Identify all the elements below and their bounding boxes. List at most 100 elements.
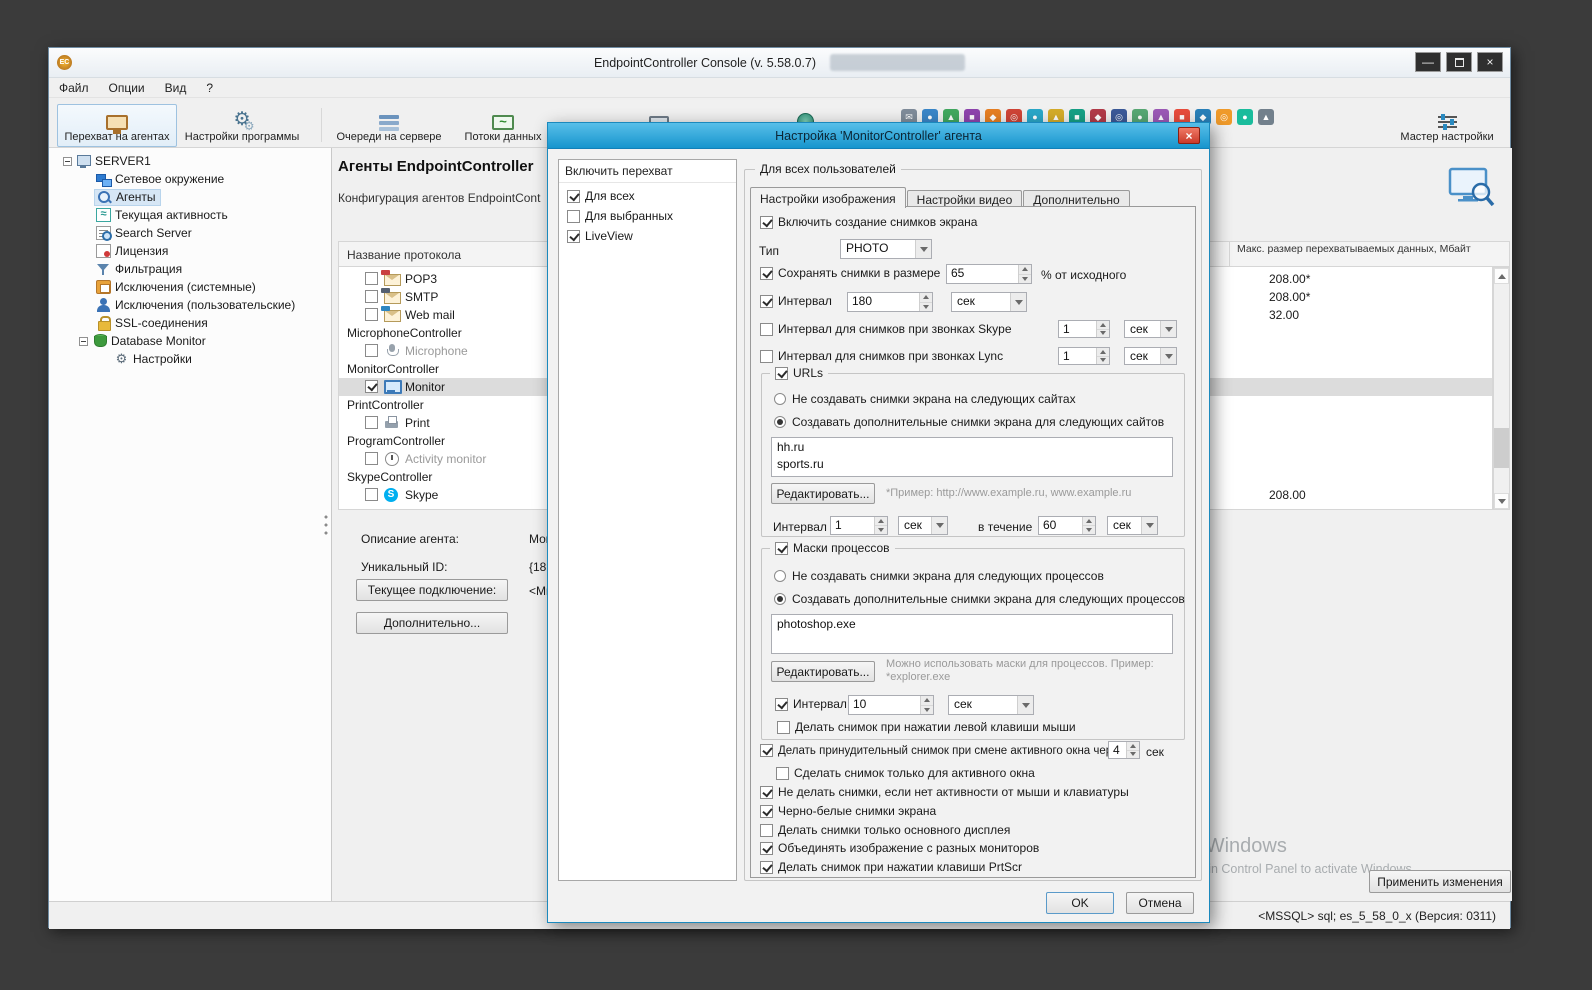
tree-item-database-monitor[interactable]: Database Monitor	[79, 332, 206, 350]
force-snapshot-spinner[interactable]: 4	[1108, 741, 1140, 759]
dropdown-arrow-icon[interactable]	[1141, 517, 1157, 534]
spinner-arrows-icon[interactable]	[1096, 321, 1109, 337]
masks-interval-row[interactable]: Интервал	[775, 697, 847, 711]
column-separator[interactable]	[1229, 242, 1230, 266]
save-size-checkbox[interactable]	[760, 266, 773, 280]
save-size-spinner[interactable]: 65	[946, 264, 1032, 284]
active-window-only-checkbox[interactable]	[776, 766, 789, 780]
skype-interval-spinner[interactable]: 1	[1058, 320, 1110, 338]
dropdown-arrow-icon[interactable]	[931, 517, 947, 534]
dropdown-arrow-icon[interactable]	[915, 240, 931, 258]
radio-on-icon[interactable]	[774, 416, 786, 428]
splitter-handle[interactable]	[324, 513, 328, 539]
dropdown-arrow-icon[interactable]	[1017, 696, 1033, 714]
skype-interval-row[interactable]: Интервал для снимков при звонках Skype	[760, 322, 1012, 336]
merge-monitors-row[interactable]: Объединять изображение с разных мониторо…	[760, 841, 1039, 855]
selected-tree-item[interactable]: Агенты	[94, 188, 161, 206]
urls-during-unit-select[interactable]: сек	[1107, 516, 1158, 535]
collapse-icon[interactable]	[63, 156, 72, 166]
column-protocol-name[interactable]: Название протокола	[347, 248, 461, 262]
pop3-checkbox[interactable]	[365, 272, 378, 285]
skype-interval-checkbox[interactable]	[760, 322, 773, 336]
tab-advanced[interactable]: Дополнительно	[1023, 190, 1130, 207]
tree-item-exclusions-system[interactable]: Исключения (системные)	[96, 278, 256, 296]
masks-no-option[interactable]: Не создавать снимки экрана для следующих…	[774, 569, 1104, 583]
scope-selected-users[interactable]: Для выбранных	[567, 209, 736, 223]
tree-item-agents[interactable]: Агенты	[94, 188, 161, 206]
lync-interval-checkbox[interactable]	[760, 349, 773, 363]
scope-liveview[interactable]: LiveView	[567, 229, 736, 243]
skype-checkbox[interactable]	[365, 488, 378, 501]
urls-no-option[interactable]: Не создавать снимки экрана на следующих …	[774, 392, 1076, 406]
lync-interval-row[interactable]: Интервал для снимков при звонках Lync	[760, 349, 1003, 363]
masks-interval-spinner[interactable]: 10	[848, 695, 934, 715]
dropdown-arrow-icon[interactable]	[1010, 293, 1026, 311]
masks-edit-button[interactable]: Редактировать...	[771, 661, 875, 682]
column-max-size[interactable]: Макс. размер перехватываемых данных, Мба…	[1237, 244, 1489, 255]
primary-display-only-row[interactable]: Делать снимки только основного дисплея	[760, 823, 1010, 837]
lync-interval-unit-select[interactable]: сек	[1124, 347, 1177, 365]
toolbar-queues-button[interactable]: Очереди на сервере	[333, 104, 445, 147]
process-masks-checkbox[interactable]	[775, 541, 788, 555]
table-scrollbar[interactable]	[1493, 267, 1510, 510]
toolbar-mini-icon[interactable]: ◎	[1216, 109, 1232, 125]
lync-interval-spinner[interactable]: 1	[1058, 347, 1110, 365]
toolbar-mini-icon[interactable]: ▲	[1258, 109, 1274, 125]
scroll-down-arrow[interactable]	[1494, 493, 1509, 509]
activity-monitor-checkbox[interactable]	[365, 452, 378, 465]
scroll-up-arrow[interactable]	[1494, 268, 1509, 284]
interval-unit-select[interactable]: сек	[951, 292, 1027, 312]
current-connection-button[interactable]: Текущее подключение:	[356, 579, 508, 601]
close-button[interactable]: ×	[1477, 52, 1503, 72]
force-snapshot-row[interactable]: Делать принудительный снимок при смене а…	[760, 744, 1124, 757]
microphone-checkbox[interactable]	[365, 344, 378, 357]
tree-item-filtering[interactable]: Фильтрация	[96, 260, 182, 278]
tab-image-settings[interactable]: Настройки изображения	[750, 187, 906, 208]
radio-on-icon[interactable]	[774, 593, 786, 605]
merge-monitors-checkbox[interactable]	[760, 841, 773, 855]
interval-spinner[interactable]: 180	[847, 292, 933, 312]
ok-button[interactable]: OK	[1046, 892, 1114, 914]
no-idle-snapshots-row[interactable]: Не делать снимки, если нет активности от…	[760, 785, 1129, 799]
webmail-checkbox[interactable]	[365, 308, 378, 321]
tree-item-network[interactable]: Сетевое окружение	[96, 170, 224, 188]
advanced-button[interactable]: Дополнительно...	[356, 612, 508, 634]
tree-item-current-activity[interactable]: ≈ Текущая активность	[96, 206, 228, 224]
selected-users-checkbox[interactable]	[567, 209, 580, 223]
urls-during-spinner[interactable]: 60	[1038, 516, 1096, 535]
skype-interval-unit-select[interactable]: сек	[1124, 320, 1177, 338]
dropdown-arrow-icon[interactable]	[1160, 348, 1176, 364]
active-window-only-row[interactable]: Сделать снимок только для активного окна	[776, 766, 1035, 780]
tree-item-exclusions-user[interactable]: Исключения (пользовательские)	[96, 296, 295, 314]
urls-edit-button[interactable]: Редактировать...	[771, 483, 875, 504]
spinner-arrows-icon[interactable]	[874, 517, 887, 534]
bw-snapshots-row[interactable]: Черно-белые снимки экрана	[760, 804, 936, 818]
minimize-button[interactable]: —	[1415, 52, 1441, 72]
menu-help[interactable]: ?	[196, 79, 223, 97]
masks-list-input[interactable]: photoshop.exe	[771, 614, 1173, 654]
prtscr-snapshot-checkbox[interactable]	[760, 860, 773, 874]
masks-interval-checkbox[interactable]	[775, 697, 788, 711]
urls-yes-option[interactable]: Создавать дополнительные снимки экрана д…	[774, 415, 1164, 429]
tree-item-ssl[interactable]: SSL-соединения	[96, 314, 208, 332]
spinner-arrows-icon[interactable]	[920, 696, 933, 714]
toolbar-intercept-button[interactable]: Перехват на агентах	[57, 104, 177, 147]
menu-options[interactable]: Опции	[99, 79, 155, 97]
dialog-titlebar[interactable]: Настройка 'MonitorController' агента	[548, 123, 1209, 149]
save-size-row[interactable]: Сохранять снимки в размере	[760, 266, 940, 280]
tab-video-settings[interactable]: Настройки видео	[906, 190, 1023, 207]
interval-row[interactable]: Интервал	[760, 294, 832, 308]
masks-interval-unit-select[interactable]: сек	[948, 695, 1034, 715]
scope-all-users[interactable]: Для всех	[567, 189, 736, 203]
left-click-snapshot-row[interactable]: Делать снимок при нажатии левой клавиши …	[777, 720, 1076, 734]
no-idle-snapshots-checkbox[interactable]	[760, 785, 773, 799]
urls-interval-unit-select[interactable]: сек	[898, 516, 948, 535]
print-checkbox[interactable]	[365, 416, 378, 429]
cancel-button[interactable]: Отмена	[1126, 892, 1194, 914]
apply-changes-button[interactable]: Применить изменения	[1369, 870, 1511, 893]
spinner-arrows-icon[interactable]	[1096, 348, 1109, 364]
liveview-checkbox[interactable]	[567, 229, 580, 243]
smtp-checkbox[interactable]	[365, 290, 378, 303]
dialog-close-button[interactable]: ×	[1178, 127, 1200, 144]
monitor-checkbox[interactable]	[365, 380, 378, 393]
